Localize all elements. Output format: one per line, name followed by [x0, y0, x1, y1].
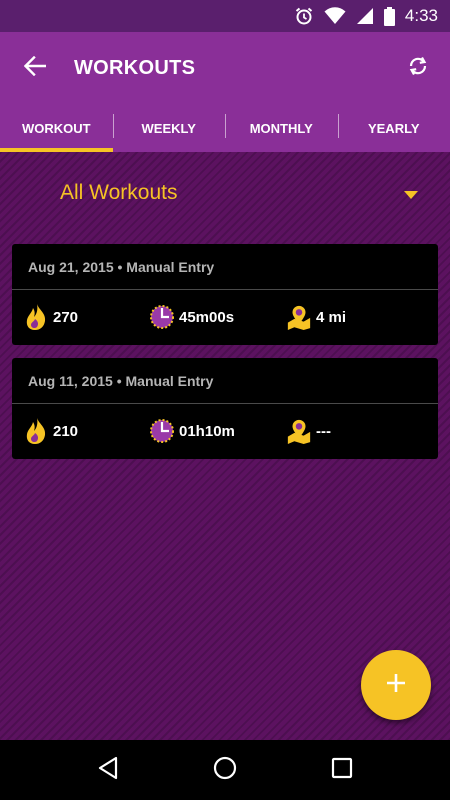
- nav-recents-button[interactable]: [314, 742, 370, 798]
- home-circle-icon: [213, 756, 237, 785]
- workout-card-header: Aug 11, 2015 • Manual Entry: [12, 358, 438, 404]
- map-pin-icon: [286, 303, 312, 331]
- distance-value: ---: [316, 422, 331, 440]
- alarm-icon: [294, 6, 314, 26]
- workout-card[interactable]: Aug 11, 2015 • Manual Entry 210 01h10m -…: [12, 358, 438, 459]
- wifi-icon: [324, 7, 346, 25]
- calories-value: 270: [53, 308, 79, 326]
- tab-weekly[interactable]: WEEKLY: [112, 104, 226, 152]
- tab-workout[interactable]: WORKOUT: [0, 104, 113, 152]
- plus-icon: [386, 673, 406, 698]
- workout-date: Aug 21, 2015: [28, 258, 114, 275]
- calories-value: 210: [53, 422, 79, 440]
- sync-button[interactable]: [396, 46, 440, 90]
- system-nav-bar: [0, 740, 450, 800]
- workout-stats: 210 01h10m ---: [12, 404, 438, 458]
- recents-square-icon: [331, 757, 353, 784]
- workout-stats: 270 45m00s 4 mi: [12, 290, 438, 344]
- status-bar: 4:33: [0, 0, 450, 32]
- back-button[interactable]: [0, 32, 70, 104]
- workout-card-header: Aug 21, 2015 • Manual Entry: [12, 244, 438, 290]
- separator-bullet: •: [112, 372, 126, 389]
- timer-icon: [149, 417, 175, 445]
- page-title: WORKOUTS: [74, 56, 196, 79]
- calories-stat: 210: [23, 417, 78, 445]
- tab-yearly[interactable]: YEARLY: [337, 104, 450, 152]
- nav-back-button[interactable]: [80, 742, 136, 798]
- workout-source: Manual Entry: [125, 372, 214, 389]
- tab-monthly[interactable]: MONTHLY: [225, 104, 338, 152]
- sync-icon: [407, 55, 429, 82]
- chevron-down-icon: [404, 187, 418, 205]
- workout-filter-dropdown[interactable]: All Workouts: [60, 176, 430, 210]
- tab-bar: WORKOUT WEEKLY MONTHLY YEARLY: [0, 104, 450, 152]
- arrow-left-icon: [23, 55, 47, 81]
- duration-stat: 01h10m: [149, 417, 235, 445]
- flame-icon: [23, 417, 49, 445]
- calories-stat: 270: [23, 303, 78, 331]
- cellular-icon: [356, 7, 374, 25]
- workout-source: Manual Entry: [126, 258, 215, 275]
- map-pin-icon: [286, 417, 312, 445]
- duration-value: 01h10m: [179, 422, 235, 440]
- workout-date: Aug 11, 2015: [28, 372, 113, 389]
- battery-icon: [383, 6, 395, 26]
- nav-home-button[interactable]: [197, 742, 253, 798]
- duration-stat: 45m00s: [149, 303, 234, 331]
- distance-stat: ---: [286, 417, 331, 445]
- separator-bullet: •: [113, 258, 127, 275]
- distance-stat: 4 mi: [286, 303, 346, 331]
- duration-value: 45m00s: [179, 308, 235, 326]
- add-workout-button[interactable]: [361, 650, 431, 720]
- timer-icon: [149, 303, 175, 331]
- status-time: 4:33: [404, 6, 438, 25]
- flame-icon: [23, 303, 49, 331]
- distance-value: 4 mi: [316, 308, 347, 326]
- filter-selected-label: All Workouts: [60, 181, 178, 204]
- back-triangle-icon: [97, 756, 119, 785]
- app-bar: WORKOUTS: [0, 32, 450, 104]
- workout-card[interactable]: Aug 21, 2015 • Manual Entry 270 45m00s 4…: [12, 244, 438, 345]
